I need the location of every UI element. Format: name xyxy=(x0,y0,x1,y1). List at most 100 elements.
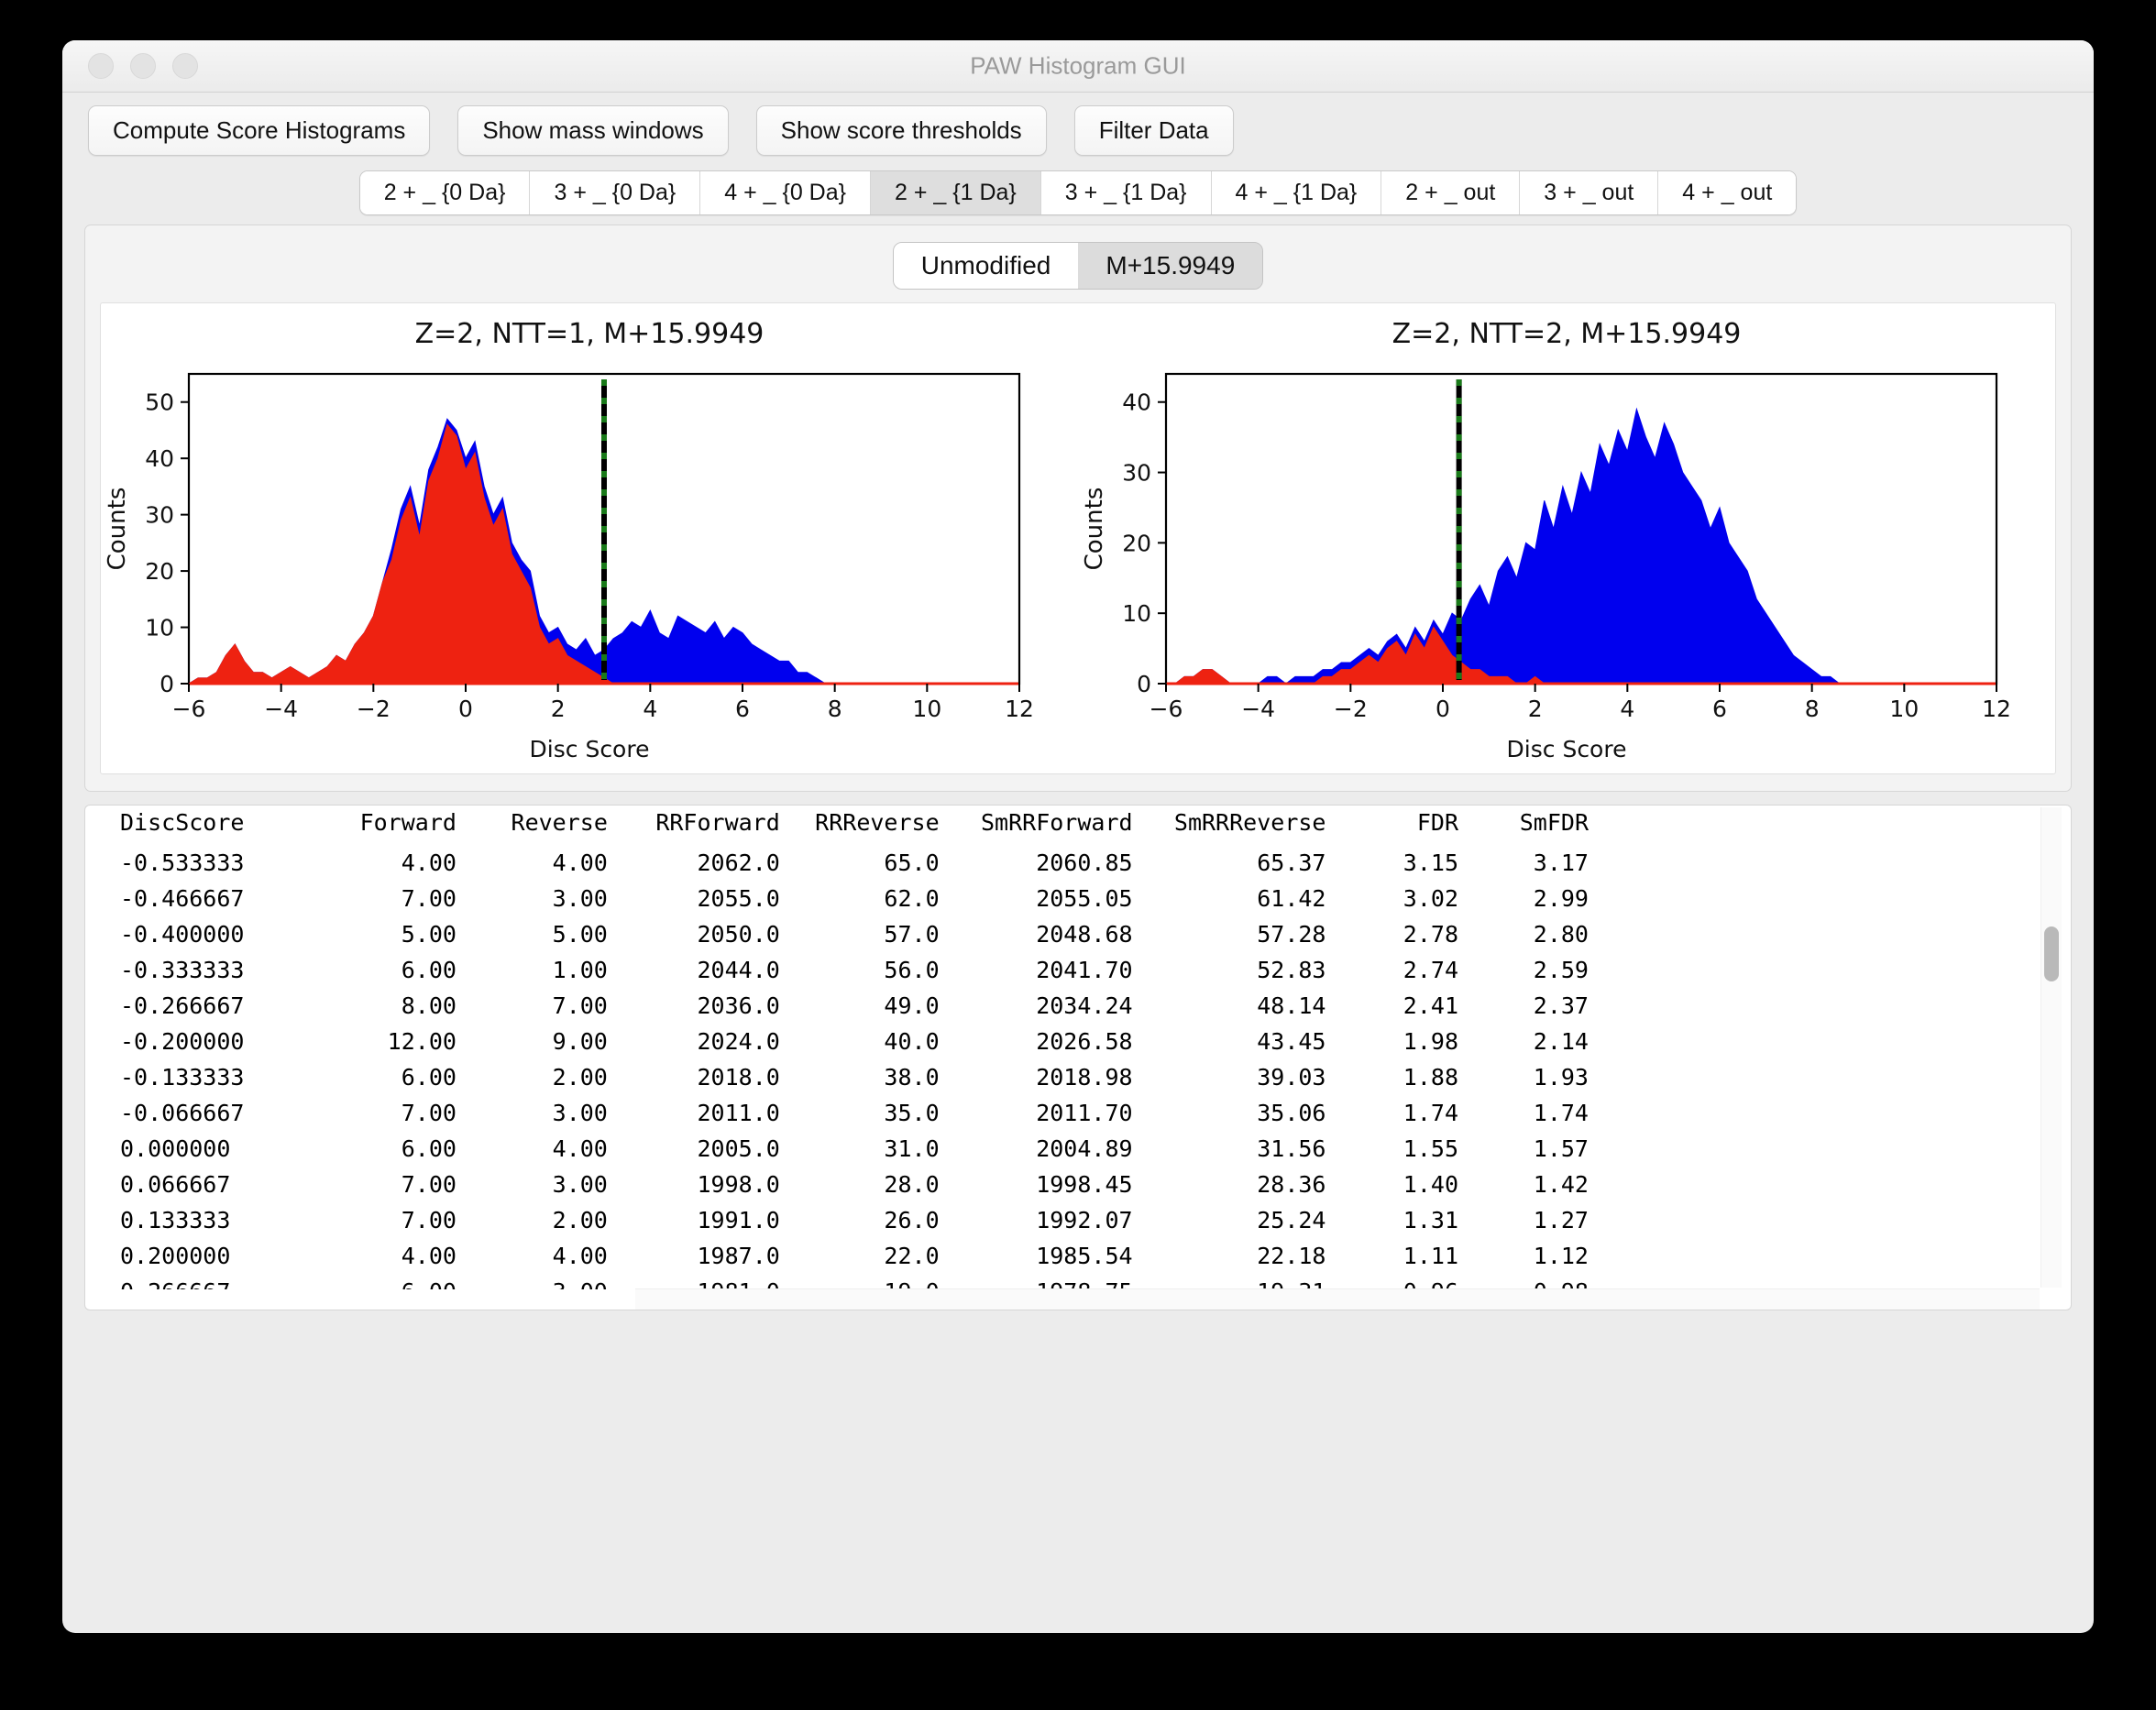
chart-right: Z=2, NTT=2, M+15.9949 010203040−6−4−2024… xyxy=(1078,312,2055,762)
results-table-scroll: DiscScoreForwardReverseRRForwardRRRevers… xyxy=(85,806,2040,1289)
table-cell: 5.00 xyxy=(456,916,608,952)
table-cell: 2062.0 xyxy=(608,845,780,881)
app-window: PAW Histogram GUI Compute Score Histogra… xyxy=(62,40,2094,1633)
table-cell: -0.400000 xyxy=(104,916,305,952)
table-cell: 57.0 xyxy=(780,916,940,952)
vertical-scrollbar[interactable] xyxy=(2040,807,2062,1288)
x-tick-label: −2 xyxy=(1334,696,1368,722)
x-tick-label: −6 xyxy=(1150,696,1183,722)
table-row[interactable]: -0.4000005.005.002050.057.02048.6857.282… xyxy=(104,916,1589,952)
table-cell: -0.533333 xyxy=(104,845,305,881)
table-cell: 56.0 xyxy=(780,952,940,988)
chart-right-xlabel: Disc Score xyxy=(1078,736,2055,762)
table-cell: 6.00 xyxy=(305,952,456,988)
table-cell: 0.266667 xyxy=(104,1274,305,1289)
table-header-fdr: FDR xyxy=(1326,806,1458,845)
tab-4plus-1da[interactable]: 4 + _ {1 Da} xyxy=(1212,171,1382,214)
x-tick-label: 8 xyxy=(1805,696,1820,722)
table-row[interactable]: -0.4666677.003.002055.062.02055.0561.423… xyxy=(104,881,1589,916)
table-header-rrreverse: RRReverse xyxy=(780,806,940,845)
table-cell: -0.266667 xyxy=(104,988,305,1024)
table-cell: 48.14 xyxy=(1133,988,1326,1024)
table-cell: 1992.07 xyxy=(940,1202,1133,1238)
chart-right-title: Z=2, NTT=2, M+15.9949 xyxy=(1078,318,2055,350)
table-cell: 2048.68 xyxy=(940,916,1133,952)
table-cell: 2050.0 xyxy=(608,916,780,952)
y-tick-label: 20 xyxy=(1122,530,1151,556)
table-cell: 1.98 xyxy=(1326,1024,1458,1059)
title-bar: PAW Histogram GUI xyxy=(62,40,2094,93)
table-row[interactable]: 0.2666676.003.001981.019.01978.7519.310.… xyxy=(104,1274,1589,1289)
chart-right-plot[interactable]: 010203040−6−4−2024681012Counts xyxy=(1078,359,2055,730)
table-body: -0.5333334.004.002062.065.02060.8565.373… xyxy=(104,845,1589,1289)
table-cell: 1998.0 xyxy=(608,1167,780,1202)
table-cell: 3.00 xyxy=(456,881,608,916)
tab-4plus-out[interactable]: 4 + _ out xyxy=(1658,171,1796,214)
horizontal-scrollbar[interactable] xyxy=(635,1288,2040,1310)
x-tick-label: 10 xyxy=(1889,696,1919,722)
y-tick-label: 0 xyxy=(160,671,174,697)
table-cell: 3.17 xyxy=(1458,845,1589,881)
table-cell: 2034.24 xyxy=(940,988,1133,1024)
table-cell: 2.00 xyxy=(456,1059,608,1095)
tab-3plus-0da[interactable]: 3 + _ {0 Da} xyxy=(530,171,700,214)
table-cell: 0.98 xyxy=(1458,1274,1589,1289)
table-cell: 1998.45 xyxy=(940,1167,1133,1202)
charge-tab-bar: 2 + _ {0 Da} 3 + _ {0 Da} 4 + _ {0 Da} 2… xyxy=(62,167,2094,225)
x-tick-label: 2 xyxy=(551,696,566,722)
compute-score-histograms-button[interactable]: Compute Score Histograms xyxy=(88,105,430,156)
show-mass-windows-button[interactable]: Show mass windows xyxy=(457,105,728,156)
vertical-scrollbar-thumb[interactable] xyxy=(2044,926,2059,981)
table-cell: 1.27 xyxy=(1458,1202,1589,1238)
table-row[interactable]: 0.0666677.003.001998.028.01998.4528.361.… xyxy=(104,1167,1589,1202)
table-row[interactable]: 0.2000004.004.001987.022.01985.5422.181.… xyxy=(104,1238,1589,1274)
x-tick-label: 4 xyxy=(643,696,657,722)
show-score-thresholds-button[interactable]: Show score thresholds xyxy=(756,105,1047,156)
results-table-panel: DiscScoreForwardReverseRRForwardRRRevers… xyxy=(84,805,2072,1310)
table-cell: -0.466667 xyxy=(104,881,305,916)
table-row[interactable]: -0.5333334.004.002062.065.02060.8565.373… xyxy=(104,845,1589,881)
y-tick-label: 20 xyxy=(145,558,174,585)
y-axis-label: Counts xyxy=(104,488,131,571)
table-cell: 3.00 xyxy=(456,1274,608,1289)
table-cell: -0.133333 xyxy=(104,1059,305,1095)
toolbar: Compute Score Histograms Show mass windo… xyxy=(62,93,2094,167)
y-tick-label: 40 xyxy=(145,445,174,472)
table-row[interactable]: -0.2666678.007.002036.049.02034.2448.142… xyxy=(104,988,1589,1024)
tab-3plus-1da[interactable]: 3 + _ {1 Da} xyxy=(1041,171,1212,214)
tab-3plus-out[interactable]: 3 + _ out xyxy=(1520,171,1658,214)
tab-4plus-0da[interactable]: 4 + _ {0 Da} xyxy=(700,171,871,214)
table-cell: 1.31 xyxy=(1326,1202,1458,1238)
table-cell: 2.59 xyxy=(1458,952,1589,988)
table-row[interactable]: 0.0000006.004.002005.031.02004.8931.561.… xyxy=(104,1131,1589,1167)
table-cell: 0.000000 xyxy=(104,1131,305,1167)
table-row[interactable]: 0.1333337.002.001991.026.01992.0725.241.… xyxy=(104,1202,1589,1238)
table-cell: 40.0 xyxy=(780,1024,940,1059)
x-tick-label: −6 xyxy=(172,696,206,722)
table-cell: 52.83 xyxy=(1133,952,1326,988)
table-cell: 38.0 xyxy=(780,1059,940,1095)
table-header-smrrforward: SmRRForward xyxy=(940,806,1133,845)
table-row[interactable]: -0.0666677.003.002011.035.02011.7035.061… xyxy=(104,1095,1589,1131)
table-cell: 1.74 xyxy=(1458,1095,1589,1131)
table-cell: -0.333333 xyxy=(104,952,305,988)
tab-2plus-1da[interactable]: 2 + _ {1 Da} xyxy=(871,171,1041,214)
table-cell: 1987.0 xyxy=(608,1238,780,1274)
table-cell: 1.11 xyxy=(1326,1238,1458,1274)
tab-2plus-0da[interactable]: 2 + _ {0 Da} xyxy=(360,171,531,214)
table-cell: 0.96 xyxy=(1326,1274,1458,1289)
chart-left-plot[interactable]: 01020304050−6−4−2024681012Counts xyxy=(101,359,1078,730)
results-table: DiscScoreForwardReverseRRForwardRRRevers… xyxy=(104,806,1589,1289)
tab-unmodified[interactable]: Unmodified xyxy=(894,243,1079,289)
tab-m-plus-15-9949[interactable]: M+15.9949 xyxy=(1078,243,1262,289)
y-tick-label: 30 xyxy=(1122,460,1151,487)
table-row[interactable]: -0.3333336.001.002044.056.02041.7052.832… xyxy=(104,952,1589,988)
filter-data-button[interactable]: Filter Data xyxy=(1074,105,1234,156)
table-row[interactable]: -0.1333336.002.002018.038.02018.9839.031… xyxy=(104,1059,1589,1095)
table-cell: 1.40 xyxy=(1326,1167,1458,1202)
table-row[interactable]: -0.20000012.009.002024.040.02026.5843.45… xyxy=(104,1024,1589,1059)
table-header-reverse: Reverse xyxy=(456,806,608,845)
table-cell: 22.0 xyxy=(780,1238,940,1274)
tab-2plus-out[interactable]: 2 + _ out xyxy=(1381,171,1520,214)
table-cell: 7.00 xyxy=(305,1167,456,1202)
